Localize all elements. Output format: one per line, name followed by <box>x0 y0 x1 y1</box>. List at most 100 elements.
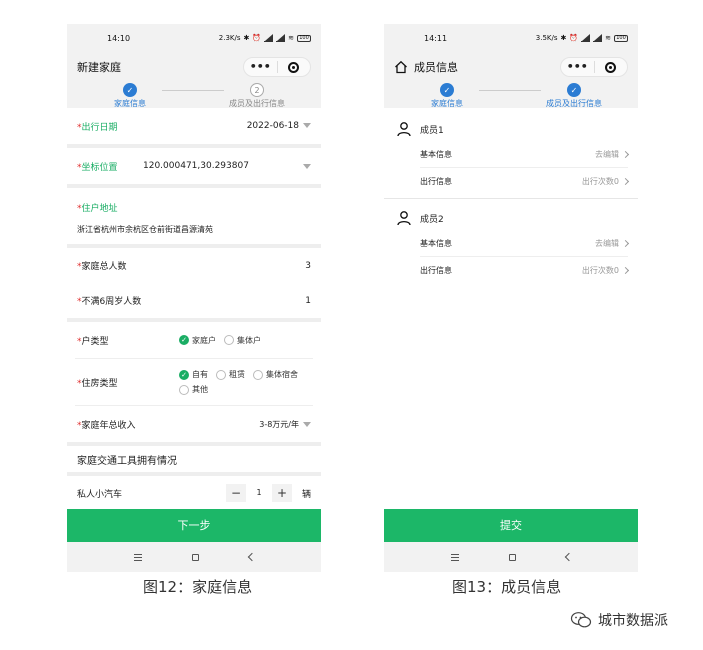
step-label: 家庭信息 <box>431 99 463 108</box>
step-check-icon: ✓ <box>440 83 454 97</box>
step-1: ✓ 家庭信息 <box>397 83 497 109</box>
radio-collective-household[interactable]: 集体户 <box>224 335 261 346</box>
android-nav-bar <box>384 542 638 572</box>
radio-rented[interactable]: 租赁 <box>216 369 245 380</box>
status-time: 14:10 <box>107 33 131 43</box>
alarm-icon: ⏰ <box>569 34 579 42</box>
field-label: 住房类型 <box>81 378 118 389</box>
member-basic-info-row[interactable]: 基本信息 去编辑 <box>420 231 630 257</box>
home-icon[interactable] <box>394 60 408 74</box>
member-trip-info-row[interactable]: 出行信息 出行次数0 <box>420 168 630 194</box>
signal-icon-2 <box>593 33 603 42</box>
field-label: 不满6周岁人数 <box>81 297 142 307</box>
coordinate-picker[interactable]: *坐标位置 120.000471,30.293807 <box>67 148 321 184</box>
android-nav-bar <box>67 542 321 572</box>
battery-icon: 100 <box>297 34 311 42</box>
mini-program-capsule: ••• <box>560 57 628 77</box>
next-step-button[interactable]: 下一步 <box>67 509 321 543</box>
mini-program-capsule: ••• <box>243 57 311 77</box>
field-label: 出行日期 <box>81 122 118 133</box>
member-name: 成员2 <box>420 214 444 225</box>
wifi-icon: ≋ <box>605 34 611 42</box>
network-speed: 2.3K/s <box>218 34 241 42</box>
radio-family-household[interactable]: ✓ 家庭户 <box>179 335 216 346</box>
caret-down-icon <box>303 421 311 427</box>
field-label: 家庭年总收入 <box>81 420 136 431</box>
step-2: 2 成员及出行信息 <box>207 83 307 109</box>
household-type-row: *户类型 ✓ 家庭户 集体户 <box>77 335 261 347</box>
member-card: 成员1 基本信息 去编辑 出行信息 出行次数0 <box>384 116 638 194</box>
step-label: 成员及出行信息 <box>229 99 285 108</box>
member-header: 成员1 <box>384 116 638 142</box>
wifi-icon: ≋ <box>288 34 294 42</box>
nav-bar: 成员信息 ••• <box>384 52 638 82</box>
family-total-input[interactable]: *家庭总人数 3 <box>67 248 321 283</box>
caption-left: 图12：家庭信息 <box>143 578 253 596</box>
radio-checked-icon: ✓ <box>179 369 189 380</box>
step-check-icon: ✓ <box>567 83 581 97</box>
step-2: ✓ 成员及出行信息 <box>524 83 624 109</box>
address-value: 浙江省杭州市余杭区仓前街道昌源清苑 <box>77 224 213 234</box>
member-trip-info-row[interactable]: 出行信息 出行次数0 <box>420 257 630 283</box>
radio-empty-icon <box>224 335 234 345</box>
field-label: 住户地址 <box>81 204 118 214</box>
member-info-screen: 14:11 3.5K/s ✱ ⏰ ≋ 100 成员信息 ••• ✓ 家庭信息 ✓… <box>384 24 638 572</box>
member-name: 成员1 <box>420 125 444 136</box>
more-icon[interactable]: ••• <box>561 58 594 76</box>
income-picker[interactable]: *家庭年总收入 3-8万元/年 <box>67 406 321 442</box>
step-number: 2 <box>250 83 264 97</box>
chevron-right-icon <box>621 266 630 274</box>
field-label: 私人小汽车 <box>77 489 123 500</box>
member-basic-info-row[interactable]: 基本信息 去编辑 <box>420 142 630 168</box>
step-label: 家庭信息 <box>114 99 146 108</box>
more-icon[interactable]: ••• <box>244 58 277 76</box>
status-time: 14:11 <box>424 33 448 43</box>
radio-empty-icon <box>253 369 263 380</box>
caption-right: 图13：成员信息 <box>452 578 562 596</box>
close-target-button[interactable] <box>278 61 311 73</box>
radio-checked-icon: ✓ <box>179 335 189 345</box>
close-target-button[interactable] <box>595 61 628 73</box>
radio-other[interactable]: 其他 <box>179 384 208 395</box>
travel-date-picker[interactable]: *出行日期 2022-06-18 <box>67 108 321 144</box>
chevron-right-icon <box>621 239 630 248</box>
step-label: 成员及出行信息 <box>546 99 602 108</box>
radio-empty-icon <box>179 384 189 395</box>
address-input[interactable]: 浙江省杭州市余杭区仓前街道昌源清苑 <box>67 214 321 244</box>
back-icon[interactable] <box>247 552 256 562</box>
bluetooth-icon: ✱ <box>560 34 567 42</box>
brand-watermark: 城市数据派 <box>570 610 668 630</box>
menu-icon[interactable] <box>450 553 459 561</box>
target-icon <box>605 61 617 73</box>
home-square-icon[interactable] <box>508 553 516 561</box>
car-count-input[interactable]: 1 <box>245 484 272 502</box>
income-value: 3-8万元/年 <box>259 419 299 429</box>
signal-icon <box>581 33 591 42</box>
nav-bar: 新建家庭 ••• <box>67 52 321 82</box>
back-icon[interactable] <box>564 552 573 562</box>
radio-owned[interactable]: ✓ 自有 <box>179 369 208 380</box>
under6-input[interactable]: *不满6周岁人数 1 <box>67 283 321 318</box>
page-title: 新建家庭 <box>77 61 121 74</box>
plus-button[interactable]: + <box>271 484 292 502</box>
field-label: 家庭总人数 <box>81 262 127 272</box>
coordinate-value: 120.000471,30.293807 <box>143 161 249 171</box>
page-title: 成员信息 <box>414 61 458 74</box>
signal-icon-2 <box>276 33 286 42</box>
bluetooth-icon: ✱ <box>243 34 250 42</box>
member-header: 成员2 <box>384 205 638 231</box>
alarm-icon: ⏰ <box>252 34 262 42</box>
unit-label: 辆 <box>301 489 311 500</box>
menu-icon[interactable] <box>133 553 142 561</box>
radio-empty-icon <box>216 369 226 380</box>
submit-button[interactable]: 提交 <box>384 509 638 543</box>
address-label-row: *住户地址 <box>77 204 118 214</box>
home-square-icon[interactable] <box>191 553 199 561</box>
minus-button[interactable]: − <box>225 484 246 502</box>
travel-date-value: 2022-06-18 <box>246 121 299 131</box>
step-1: ✓ 家庭信息 <box>80 83 180 109</box>
person-icon <box>397 122 411 137</box>
radio-dormitory[interactable]: 集体宿舍 <box>253 369 298 380</box>
chevron-right-icon <box>621 177 630 185</box>
person-icon <box>397 211 411 226</box>
